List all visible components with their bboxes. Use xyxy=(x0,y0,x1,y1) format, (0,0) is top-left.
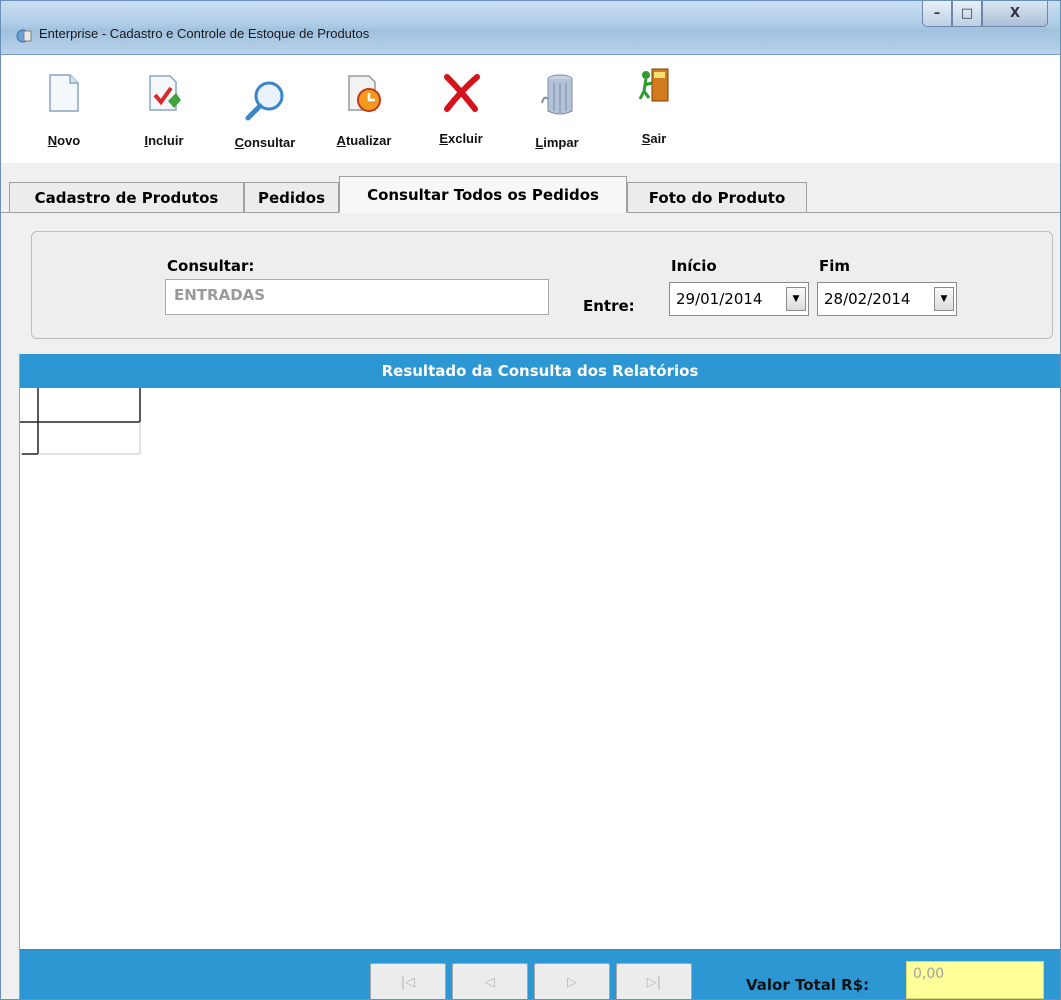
delete-x-icon xyxy=(444,74,480,112)
valor-total-field: 0,00 xyxy=(906,961,1044,999)
valor-total-value: 0,00 xyxy=(913,966,945,982)
title-bar[interactable]: Enterprise - Cadastro e Controle de Esto… xyxy=(1,1,1060,55)
consultar-input[interactable]: ENTRADAS xyxy=(165,279,549,315)
tab-consultar-todos-os-pedidos[interactable]: Consultar Todos os Pedidos xyxy=(339,176,627,213)
limpar-label: Limpar xyxy=(535,135,579,150)
update-clock-icon xyxy=(348,75,381,112)
novo-label: Novo xyxy=(47,133,81,148)
last-page-button[interactable]: ▷| xyxy=(616,963,692,999)
consultar-field-label: Consultar: xyxy=(167,257,255,275)
excluir-button[interactable]: Excluir xyxy=(431,55,491,163)
empty-grid-cells xyxy=(20,388,141,455)
fim-date-picker[interactable]: 28/02/2014 ▼ xyxy=(817,282,957,316)
results-header: Resultado da Consulta dos Relatórios xyxy=(20,354,1060,388)
app-icon xyxy=(16,29,32,43)
first-page-icon: |◁ xyxy=(400,974,416,990)
fim-label: Fim xyxy=(819,257,851,275)
inicio-date-value: 29/01/2014 xyxy=(676,290,763,308)
previous-page-button[interactable]: ◁ xyxy=(452,963,528,999)
first-page-button[interactable]: |◁ xyxy=(370,963,446,999)
new-document-icon xyxy=(49,74,79,112)
last-page-icon: ▷| xyxy=(646,974,662,990)
minimize-button[interactable]: – xyxy=(922,1,952,27)
consultar-button[interactable]: Consultar xyxy=(222,55,308,163)
tab-foto-do-produto[interactable]: Foto do Produto xyxy=(627,182,807,212)
exit-door-icon xyxy=(638,68,669,102)
tab-cadastro-de-produtos[interactable]: Cadastro de Produtos xyxy=(9,182,244,212)
minimize-icon: – xyxy=(933,6,941,21)
consultar-input-value: ENTRADAS xyxy=(174,286,266,304)
inicio-date-picker[interactable]: 29/01/2014 ▼ xyxy=(669,282,809,316)
trash-can-icon xyxy=(541,74,573,115)
results-title: Resultado da Consulta dos Relatórios xyxy=(381,362,699,380)
results-panel: Resultado da Consulta dos Relatórios |◁ … xyxy=(19,354,1060,999)
next-page-button[interactable]: ▷ xyxy=(534,963,610,999)
excluir-label: Excluir xyxy=(439,131,483,146)
atualizar-button[interactable]: Atualizar xyxy=(326,55,402,163)
window-title: Enterprise - Cadastro e Controle de Esto… xyxy=(39,26,370,41)
fim-dropdown-button[interactable]: ▼ xyxy=(934,287,954,311)
inicio-dropdown-button[interactable]: ▼ xyxy=(786,287,806,311)
consultar-label: Consultar xyxy=(234,135,296,150)
entre-label: Entre: xyxy=(583,297,635,315)
results-grid[interactable] xyxy=(20,388,1060,950)
limpar-button[interactable]: Limpar xyxy=(529,55,585,163)
results-footer: |◁ ◁ ▷ ▷| Valor Total R$: 0,00 xyxy=(20,950,1060,999)
tab-strip: Cadastro de Produtos Pedidos Consultar T… xyxy=(1,163,1060,213)
atualizar-label: Atualizar xyxy=(336,133,392,148)
next-page-icon: ▷ xyxy=(567,974,577,990)
fim-date-value: 28/02/2014 xyxy=(824,290,911,308)
add-document-icon xyxy=(149,75,181,111)
app-window: Enterprise - Cadastro e Controle de Esto… xyxy=(0,0,1061,1000)
close-icon: X xyxy=(1009,6,1021,21)
novo-button[interactable]: Novo xyxy=(41,55,87,163)
tab-label: Foto do Produto xyxy=(648,188,786,207)
inicio-label: Início xyxy=(671,257,717,275)
sair-label: Sair xyxy=(641,131,667,146)
tab-label: Consultar Todos os Pedidos xyxy=(367,185,599,204)
valor-total-label: Valor Total R$: xyxy=(746,976,870,994)
magnifier-icon xyxy=(245,81,284,121)
toolbar: Novo Incluir Consultar Atualizar Excluir… xyxy=(1,55,1060,164)
sair-button[interactable]: Sair xyxy=(629,55,679,163)
incluir-button[interactable]: Incluir xyxy=(133,55,195,163)
chevron-down-icon: ▼ xyxy=(940,294,948,304)
tab-label: Pedidos xyxy=(257,188,326,207)
tab-pedidos[interactable]: Pedidos xyxy=(244,182,339,212)
previous-page-icon: ◁ xyxy=(485,974,495,990)
chevron-down-icon: ▼ xyxy=(792,294,800,304)
tab-label: Cadastro de Produtos xyxy=(34,188,219,207)
maximize-button[interactable]: □ xyxy=(952,1,982,27)
close-button[interactable]: X xyxy=(982,1,1048,27)
maximize-icon: □ xyxy=(960,6,974,21)
incluir-label: Incluir xyxy=(144,133,184,148)
